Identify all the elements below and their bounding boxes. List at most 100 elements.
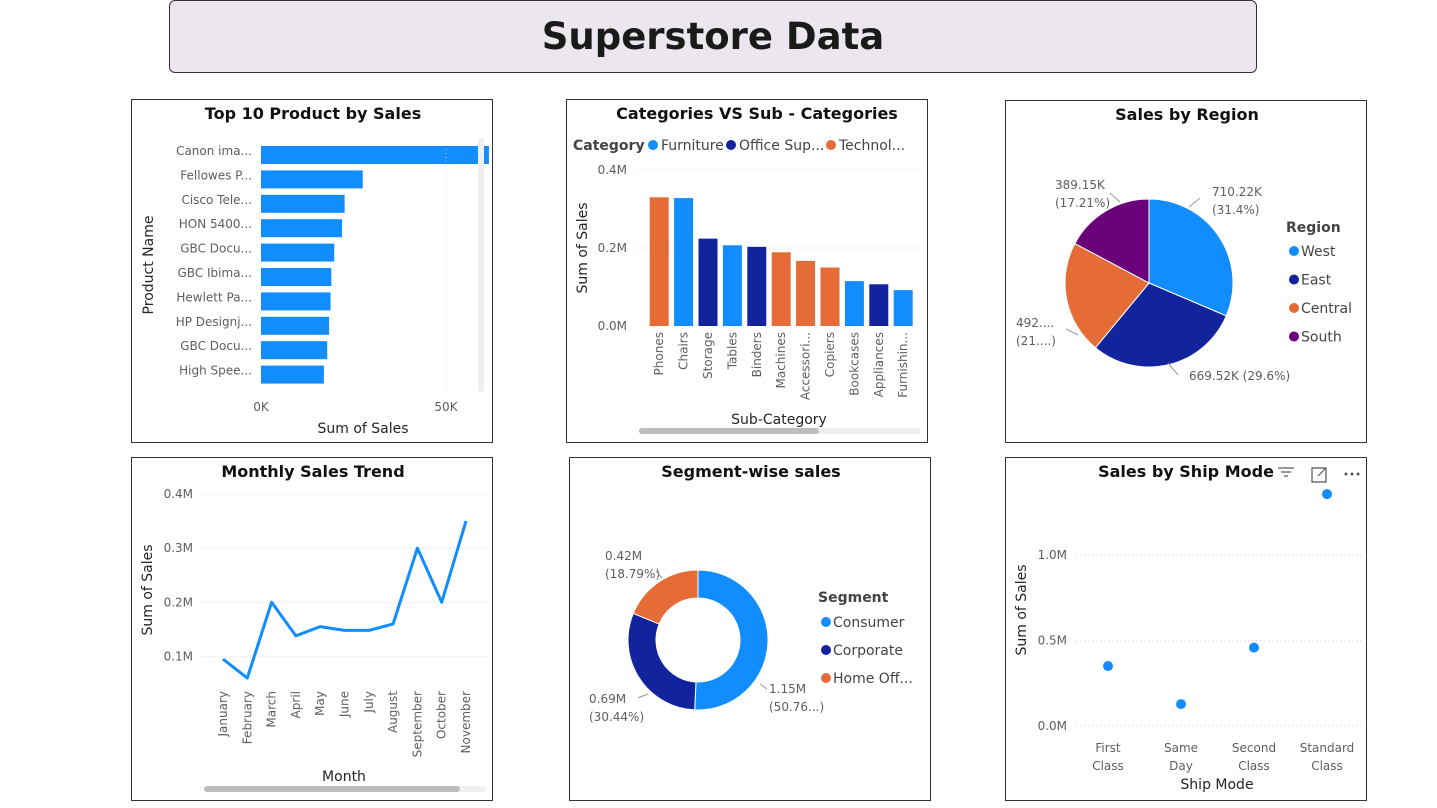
data-label: (31.4%) xyxy=(1212,203,1259,217)
data-label: (30.44%) xyxy=(589,710,644,724)
chart-title: Categories VS Sub - Categories xyxy=(616,104,898,123)
filter-icon[interactable] xyxy=(1278,467,1294,477)
legend-marker xyxy=(648,140,658,150)
x-tick-label: Chairs xyxy=(677,332,691,370)
x-axis-title: Ship Mode xyxy=(1180,777,1253,793)
legend-item: Central xyxy=(1301,301,1352,317)
donut-slice xyxy=(694,569,769,711)
bar xyxy=(261,365,324,384)
y-tick-label: 0.0M xyxy=(598,319,627,333)
legend-marker xyxy=(821,645,831,655)
bar xyxy=(820,267,840,326)
x-tick-label: Appliances xyxy=(872,332,886,397)
x-tick-label: 0K xyxy=(253,400,270,414)
x-tick-label: November xyxy=(459,691,473,753)
more-options-icon[interactable] xyxy=(1344,472,1360,476)
focus-mode-icon[interactable] xyxy=(1311,467,1327,483)
y-axis-title: Product Name xyxy=(141,216,157,315)
scrollbar-thumb xyxy=(204,786,460,792)
categories-chart[interactable]: Categories VS Sub - Categories Category Fu… xyxy=(566,99,928,443)
x-tick-label: Bookcases xyxy=(847,332,861,396)
x-tick-label: August xyxy=(386,691,400,733)
legend-item: Furniture xyxy=(661,138,724,154)
x-tick-label: Day xyxy=(1169,759,1193,773)
x-tick-label: Class xyxy=(1238,759,1270,773)
y-axis-title: Sum of Sales xyxy=(575,202,591,293)
y-tick-label: 1.0M xyxy=(1038,548,1067,562)
legend-marker xyxy=(821,617,831,627)
x-tick-label: June xyxy=(338,691,352,718)
region-pie-chart[interactable]: Sales by Region 710.22K (31.4%) 669.52K (29… xyxy=(1005,100,1367,443)
y-tick-label: 0.4M xyxy=(598,163,627,177)
legend-marker xyxy=(1289,331,1299,342)
x-tick-label: Class xyxy=(1311,759,1343,773)
chart-title: Monthly Sales Trend xyxy=(221,462,404,481)
leader-line xyxy=(759,683,768,690)
series-line xyxy=(222,520,468,680)
bar xyxy=(261,292,331,311)
segment-donut-chart[interactable]: Segment-wise sales 1.15M (50.76...) 0.69M (3… xyxy=(569,457,931,801)
y-tick-label: 0.3M xyxy=(164,541,193,555)
bar xyxy=(261,219,343,238)
legend-item: Office Sup... xyxy=(739,138,824,154)
data-point xyxy=(1176,699,1186,710)
data-label: (50.76...) xyxy=(769,700,824,714)
x-tick-label: July xyxy=(362,691,376,714)
y-tick-label: GBC Ibima... xyxy=(178,266,253,280)
leader-line xyxy=(1188,197,1201,208)
legend-item: East xyxy=(1301,273,1332,289)
scrollbar xyxy=(478,138,484,392)
leader-line xyxy=(1065,328,1079,336)
x-tick-label: Class xyxy=(1092,759,1124,773)
y-axis-title: Sum of Sales xyxy=(140,544,156,635)
bar xyxy=(649,197,669,326)
x-tick-label: Phones xyxy=(652,332,666,375)
x-axis-title: Sub-Category xyxy=(731,412,827,428)
y-tick-label: GBC Docu... xyxy=(180,242,252,256)
y-tick-label: HON 5400... xyxy=(179,217,252,231)
x-tick-label: Standard xyxy=(1300,741,1355,755)
shipmode-scatter-chart[interactable]: Sales by Ship Mode 0.0M 0.5M 1.0M First Class… xyxy=(1005,457,1367,801)
data-point xyxy=(1322,489,1332,500)
data-label: (17.21%) xyxy=(1055,196,1110,210)
legend-item: Consumer xyxy=(833,615,905,631)
legend-marker xyxy=(1289,274,1299,285)
chart-title: Sales by Ship Mode xyxy=(1098,462,1274,481)
bar xyxy=(261,341,328,360)
bar xyxy=(261,243,335,262)
y-tick-label: Hewlett Pa... xyxy=(176,290,252,304)
y-tick-label: Canon ima... xyxy=(176,144,252,158)
data-label: 389.15K xyxy=(1055,178,1106,192)
donut-slice xyxy=(627,612,697,711)
bar xyxy=(261,194,345,213)
scrollbar-thumb xyxy=(639,428,819,434)
x-tick-label: September xyxy=(410,691,424,757)
x-tick-label: First xyxy=(1095,741,1121,755)
y-tick-label: 0.2M xyxy=(164,595,193,609)
y-tick-label: GBC Docu... xyxy=(180,339,252,353)
x-tick-label: Same xyxy=(1164,741,1198,755)
legend-marker xyxy=(1289,246,1299,256)
x-axis-title: Month xyxy=(322,769,366,785)
monthly-trend-chart[interactable]: Monthly Sales Trend 0.1M 0.2M 0.3M 0.4M Janua… xyxy=(131,457,493,801)
legend-item: South xyxy=(1301,330,1342,346)
legend-title: Category xyxy=(573,138,645,154)
data-label: 710.22K xyxy=(1212,185,1263,199)
x-tick-label: March xyxy=(265,691,279,728)
legend-item: West xyxy=(1301,244,1336,260)
x-tick-label: Tables xyxy=(725,332,739,370)
y-tick-label: Fellowes P... xyxy=(180,168,252,182)
y-tick-label: 0.1M xyxy=(164,649,193,663)
data-point xyxy=(1103,661,1113,672)
data-label: (18.79%) xyxy=(605,567,660,581)
top-products-chart[interactable]: Top 10 Product by Sales Canon ima... Fello… xyxy=(131,99,493,443)
data-label: 492.... xyxy=(1016,316,1054,330)
bar xyxy=(722,245,742,326)
y-tick-label: 0.5M xyxy=(1038,634,1067,648)
legend-title: Segment xyxy=(818,590,889,606)
legend-marker xyxy=(826,140,836,150)
bar xyxy=(261,170,363,189)
legend-title: Region xyxy=(1286,220,1341,236)
bar xyxy=(747,246,767,326)
legend-item: Technol... xyxy=(838,138,905,154)
